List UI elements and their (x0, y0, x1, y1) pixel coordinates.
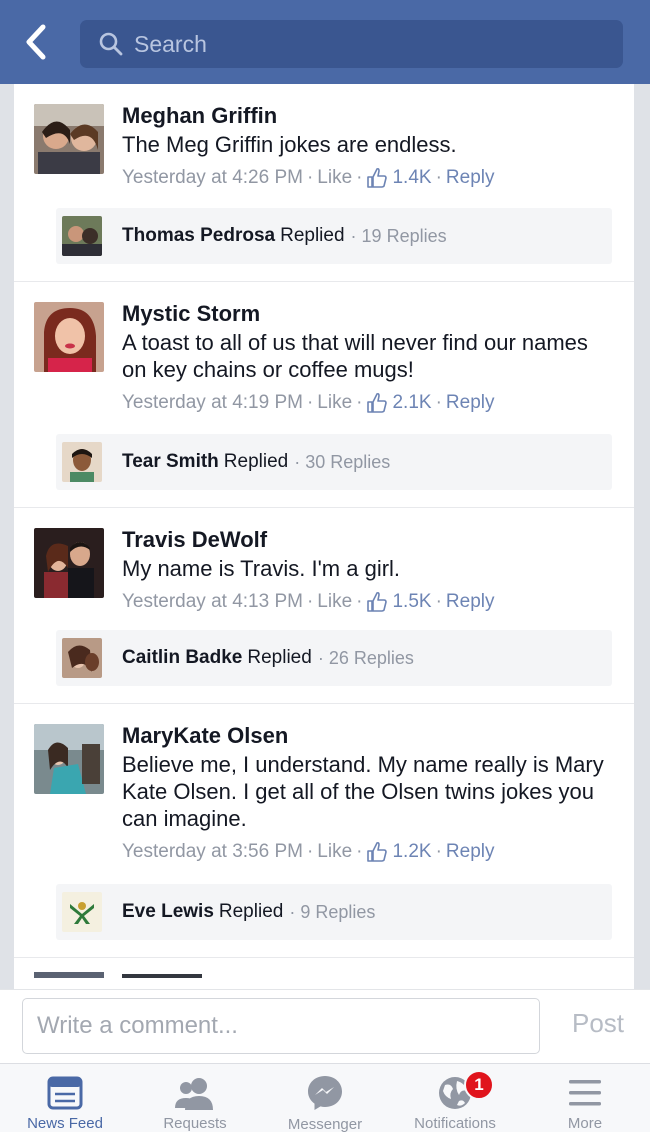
reply-avatar (62, 892, 102, 932)
commenter-name[interactable]: Meghan Griffin (122, 102, 614, 130)
search-input[interactable] (134, 30, 614, 58)
thumbs-up-icon (367, 167, 388, 188)
comments-feed[interactable]: Meghan Griffin The Meg Griffin jokes are… (14, 84, 634, 989)
reply-word: Replied (247, 647, 312, 668)
avatar[interactable] (34, 302, 104, 372)
reply-avatar (62, 216, 102, 256)
tab-label: Requests (163, 1115, 227, 1132)
reply-link[interactable]: Reply (446, 590, 495, 614)
comment-timestamp: Yesterday at 4:26 PM (122, 167, 303, 188)
reply-link[interactable]: Reply (446, 840, 495, 864)
notification-badge: 1 (464, 1070, 494, 1100)
replies-summary[interactable]: Tear Smith Replied 30 Replies (56, 434, 612, 490)
tab-requests[interactable]: Requests (130, 1064, 260, 1132)
tab-news-feed[interactable]: News Feed (0, 1064, 130, 1132)
avatar[interactable] (34, 104, 104, 174)
thumbs-up-icon (367, 392, 388, 413)
like-count: 2.1K (392, 392, 432, 413)
comment-input[interactable] (22, 998, 540, 1054)
comment-item: MaryKate Olsen Believe me, I understand.… (14, 704, 634, 958)
comment-timestamp: Yesterday at 4:19 PM (122, 392, 303, 413)
tab-label: More (567, 1115, 603, 1132)
commenter-name[interactable]: Travis DeWolf (122, 526, 614, 554)
reply-count: 30 Replies (294, 452, 390, 473)
comment-meta: Yesterday at 4:26 PM · Like · 1.4K · Rep… (122, 166, 495, 190)
reply-author: Thomas Pedrosa (122, 225, 276, 246)
comment-text: My name is Travis. I'm a girl. (122, 556, 401, 581)
next-comment-peek (14, 958, 634, 978)
chevron-left-icon (26, 24, 46, 60)
tab-label: Notifications (414, 1115, 496, 1132)
replies-summary[interactable]: Caitlin Badke Replied 26 Replies (56, 630, 612, 686)
reply-word: Replied (218, 901, 284, 922)
like-count: 1.2K (392, 841, 432, 862)
bottom-tab-bar: News Feed Requests Messenger 1 Notificat… (0, 1063, 650, 1132)
search-icon (99, 32, 123, 56)
like-count: 1.4K (392, 167, 432, 188)
reply-word: Replied (280, 225, 345, 246)
tab-label: Messenger (287, 1116, 363, 1132)
replies-summary[interactable]: Thomas Pedrosa Replied 19 Replies (56, 208, 612, 264)
reply-avatar (62, 638, 102, 678)
comment-item: Mystic Storm A toast to all of us that w… (14, 282, 634, 508)
comment-timestamp: Yesterday at 3:56 PM (122, 841, 303, 862)
reply-count: 9 Replies (289, 902, 375, 923)
commenter-name[interactable]: Mystic Storm (122, 300, 614, 328)
like-link[interactable]: Like (317, 391, 352, 415)
commenter-name[interactable]: MaryKate Olsen (122, 722, 614, 750)
reply-author: Caitlin Badke (122, 647, 243, 668)
reply-word: Replied (223, 451, 289, 472)
reply-author: Tear Smith (122, 451, 219, 472)
tab-messenger[interactable]: Messenger (260, 1064, 390, 1132)
tab-more[interactable]: More (520, 1064, 650, 1132)
reply-author: Eve Lewis (122, 901, 214, 922)
tab-label: News Feed (27, 1115, 103, 1132)
reply-count: 19 Replies (351, 226, 447, 247)
avatar[interactable] (34, 724, 104, 794)
news-feed-icon (47, 1076, 83, 1109)
search-bar[interactable] (80, 20, 623, 68)
comment-composer: Post (0, 989, 650, 1063)
post-button[interactable]: Post (558, 1008, 638, 1044)
reply-count: 26 Replies (318, 648, 414, 669)
like-count: 1.5K (392, 591, 432, 612)
comment-meta: Yesterday at 4:13 PM · Like · 1.5K · Rep… (122, 590, 495, 614)
feed-gutter (634, 84, 650, 989)
back-button[interactable] (18, 22, 54, 62)
like-link[interactable]: Like (317, 590, 352, 614)
friend-requests-icon (175, 1077, 213, 1110)
reply-link[interactable]: Reply (446, 391, 495, 415)
reply-avatar (62, 442, 102, 482)
comment-text: A toast to all of us that will never fin… (122, 330, 588, 382)
replies-summary[interactable]: Eve Lewis Replied 9 Replies (56, 884, 612, 940)
top-navigation-bar (0, 0, 650, 84)
messenger-icon (308, 1076, 342, 1110)
thumbs-up-icon (367, 841, 388, 862)
comment-meta: Yesterday at 3:56 PM · Like · 1.2K · Rep… (122, 840, 495, 864)
avatar[interactable] (34, 528, 104, 598)
comment-timestamp: Yesterday at 4:13 PM (122, 591, 303, 612)
like-link[interactable]: Like (317, 840, 352, 864)
comment-meta: Yesterday at 4:19 PM · Like · 2.1K · Rep… (122, 391, 495, 415)
tab-notifications[interactable]: 1 Notifications (390, 1064, 520, 1132)
reply-link[interactable]: Reply (446, 166, 495, 190)
comment-item: Meghan Griffin The Meg Griffin jokes are… (14, 84, 634, 282)
comment-text: The Meg Griffin jokes are endless. (122, 132, 457, 157)
comment-text: Believe me, I understand. My name really… (122, 752, 604, 831)
like-link[interactable]: Like (317, 166, 352, 190)
hamburger-menu-icon (569, 1079, 601, 1105)
comment-item: Travis DeWolf My name is Travis. I'm a g… (14, 508, 634, 704)
thumbs-up-icon (367, 591, 388, 612)
